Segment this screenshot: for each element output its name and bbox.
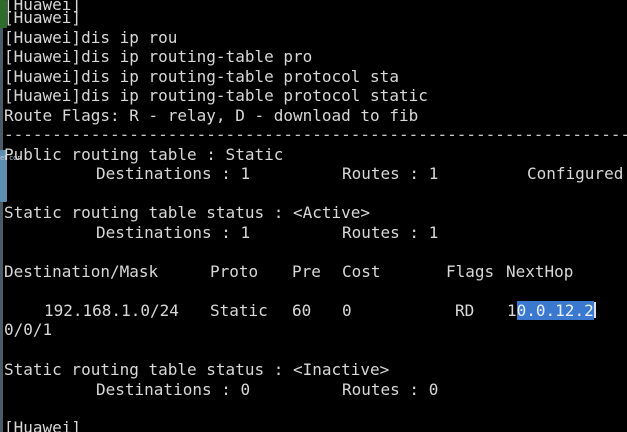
window-edge: [0, 0, 3, 432]
destinations-count: Destinations : 0: [96, 380, 251, 399]
column-header-cost: Cost: [342, 262, 381, 281]
divider-line: ----------------------------------------…: [4, 125, 627, 144]
cell-flags: RD: [455, 301, 475, 320]
column-header-pre: Pre: [292, 262, 321, 281]
history-line: [Huawei]dis ip routing-table protocol st…: [4, 86, 428, 105]
destinations-count: Destinations : 1: [96, 223, 251, 242]
cell-pre: 60: [292, 301, 312, 320]
inactive-status-title: Static routing table status : <Inactive>: [4, 360, 390, 379]
table-row: 192.168.1.0/24 Static 60 0 RD 10.0.12.2: [4, 301, 624, 321]
text-cursor: [593, 302, 596, 318]
cell-cost: 0: [342, 301, 352, 320]
history-line: [Huawei]dis ip routing-table protocol st…: [4, 67, 399, 86]
history-line: [Huawei]dis ip routing-table pro: [4, 47, 313, 66]
column-header-nexthop: NextHop: [506, 262, 574, 281]
active-status-summary: Destinations : 1 Routes : 1: [4, 223, 624, 243]
selected-text[interactable]: 0.0.12.2: [516, 301, 594, 320]
history-line: [Huawei]: [4, 8, 82, 27]
table-header: Destination/Mask Proto Pre Cost Flags Ne…: [4, 262, 624, 282]
route-flags-legend: Route Flags: R - relay, D - download to …: [4, 106, 419, 125]
inactive-status-summary: Destinations : 0 Routes : 0: [4, 380, 624, 400]
history-line: [Huawei]dis ip rou: [4, 28, 178, 47]
public-table-summary: Destinations : 1 Routes : 1 Configured: [4, 164, 624, 184]
routes-count: Routes : 1: [342, 164, 439, 183]
column-header-flags: Flags: [446, 262, 495, 281]
column-header-destination: Destination/Mask: [4, 262, 159, 281]
cell-nexthop[interactable]: 10.0.12.2: [507, 301, 596, 321]
destinations-count: Destinations : 1: [96, 164, 251, 183]
nexthop-prefix: 1: [507, 301, 517, 320]
terminal-window[interactable]: et con [Huawei] [Huawei] [Huawei]dis ip …: [0, 0, 627, 432]
routes-count: Routes : 0: [342, 380, 439, 399]
command-prompt[interactable]: [Huawei]: [4, 418, 81, 432]
routes-count: Routes : 1: [342, 223, 439, 242]
cell-destination: 192.168.1.0/24: [44, 301, 179, 320]
cell-proto: Static: [210, 301, 268, 320]
public-table-title: Public routing table : Static: [4, 145, 284, 164]
active-status-title: Static routing table status : <Active>: [4, 203, 371, 222]
column-header-proto: Proto: [210, 262, 259, 281]
configured-count: Configured: [527, 164, 624, 183]
cell-interface: 0/0/1: [4, 320, 53, 339]
